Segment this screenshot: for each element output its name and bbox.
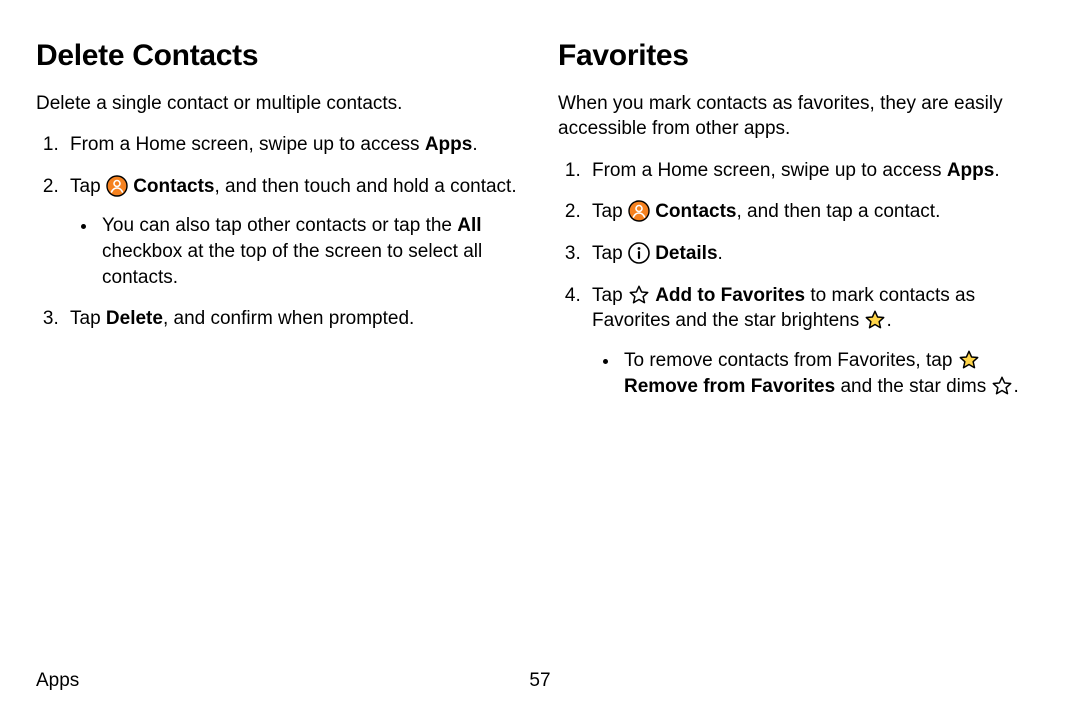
info-icon [628,242,650,264]
right-column: Favorites When you mark contacts as favo… [550,36,1044,710]
star-outline-icon [991,375,1013,397]
step-4: Tap Add to Favorites to mark contacts as… [586,283,1044,400]
bold-apps: Apps [425,134,473,155]
step-1: From a Home screen, swipe up to access A… [64,132,522,158]
text: To remove contacts from Favorites, tap [624,350,958,371]
bold-remove-from-favorites: Remove from Favorites [624,376,835,397]
bold-contacts: Contacts [655,201,736,222]
footer-section: Apps [36,670,79,691]
text: checkbox at the top of the screen to sel… [102,241,482,288]
bold-add-to-favorites: Add to Favorites [655,285,805,306]
text: and the star dims [835,376,991,397]
steps-favorites: From a Home screen, swipe up to access A… [558,158,1044,399]
star-outline-icon [628,284,650,306]
star-filled-icon [864,309,886,331]
text: Tap [70,176,106,197]
star-filled-icon [958,349,980,371]
text: , and then tap a contact. [737,201,941,222]
text: From a Home screen, swipe up to access [70,134,425,155]
contacts-icon [106,175,128,197]
text: Tap [70,308,106,329]
left-column: Delete Contacts Delete a single contact … [36,36,550,710]
text: From a Home screen, swipe up to access [592,160,947,181]
step-1: From a Home screen, swipe up to access A… [586,158,1044,184]
text: Tap [592,243,628,264]
bold-all: All [457,215,481,236]
footer-page-number: 57 [529,668,550,694]
step-2: Tap Contacts, and then touch and hold a … [64,174,522,291]
text: . [886,310,891,331]
heading-delete-contacts: Delete Contacts [36,36,522,77]
substeps: You can also tap other contacts or tap t… [70,213,522,290]
bold-apps: Apps [947,160,995,181]
step-2: Tap Contacts, and then tap a contact. [586,199,1044,225]
text: . [472,134,477,155]
contacts-icon [628,200,650,222]
heading-favorites: Favorites [558,36,1044,77]
manual-page: Delete Contacts Delete a single contact … [0,0,1080,720]
text: Tap [592,201,628,222]
step-3: Tap Details. [586,241,1044,267]
bold-details: Details [655,243,717,264]
bold-delete: Delete [106,308,163,329]
steps-delete-contacts: From a Home screen, swipe up to access A… [36,132,522,332]
text: You can also tap other contacts or tap t… [102,215,457,236]
page-footer: Apps 57 [36,668,1044,694]
text: , and then touch and hold a contact. [215,176,517,197]
text: Tap [592,285,628,306]
substeps: To remove contacts from Favorites, tap R… [592,348,1044,399]
text: , and confirm when prompted. [163,308,414,329]
text: . [718,243,723,264]
substep: You can also tap other contacts or tap t… [98,213,522,290]
lead-favorites: When you mark contacts as favorites, the… [558,91,1044,142]
text: . [1013,376,1018,397]
substep: To remove contacts from Favorites, tap R… [620,348,1044,399]
step-3: Tap Delete, and confirm when prompted. [64,306,522,332]
lead-delete-contacts: Delete a single contact or multiple cont… [36,91,522,117]
bold-contacts: Contacts [133,176,214,197]
text: . [994,160,999,181]
